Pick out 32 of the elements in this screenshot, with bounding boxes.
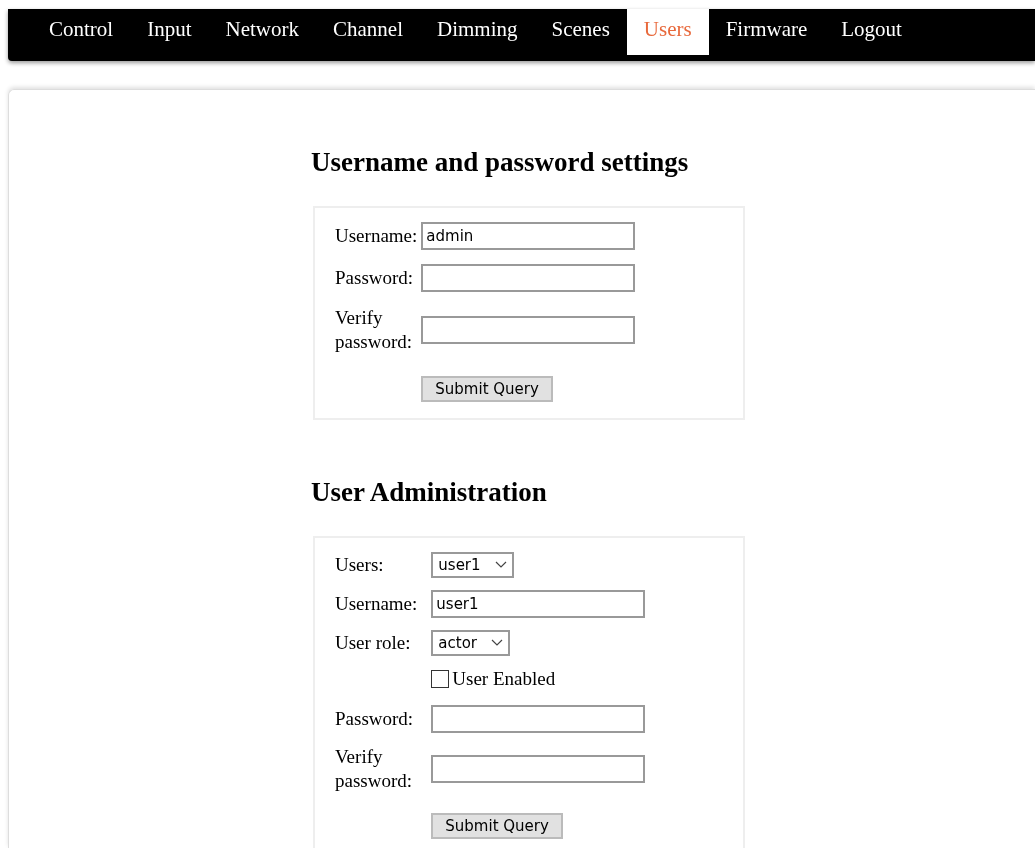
input-field[interactable] [421,316,636,344]
field-label: Password: [335,707,415,731]
submit-button[interactable]: Submit Query [421,376,553,402]
nav-tab[interactable]: Network [208,9,316,55]
input-field[interactable] [431,755,646,783]
input-field[interactable] [431,705,646,733]
chevron-down-icon [494,561,507,569]
input-field[interactable]: admin [421,222,636,250]
field-label: Username: [335,224,418,248]
dropdown[interactable]: user1 [431,552,514,578]
checkbox-label: User Enabled [452,668,556,690]
field-label: User role: [335,631,412,655]
input-field[interactable]: user1 [431,590,646,618]
field-label: Username: [335,592,418,616]
input-field[interactable] [421,264,636,292]
submit-button[interactable]: Submit Query [431,813,563,839]
nav-tab[interactable]: Logout [824,9,919,55]
nav-tab[interactable]: Channel [316,9,420,55]
nav-tab[interactable]: Dimming [419,9,535,55]
section-heading: Username and password settings [311,146,690,178]
chevron-down-icon [491,639,503,647]
nav-tab[interactable]: Input [130,9,209,55]
nav-tab[interactable]: Scenes [534,9,627,55]
nav-tab[interactable]: Firmware [708,9,825,55]
field-label: Password: [335,266,415,290]
section-heading: User Administration [311,476,548,508]
dropdown[interactable]: actor [431,630,510,656]
checkbox[interactable] [431,670,450,688]
field-label: Users: [335,553,385,577]
nav-tab[interactable]: Control [32,9,131,55]
field-label: Verify password: [335,306,414,354]
field-label: Verify password: [335,745,414,793]
